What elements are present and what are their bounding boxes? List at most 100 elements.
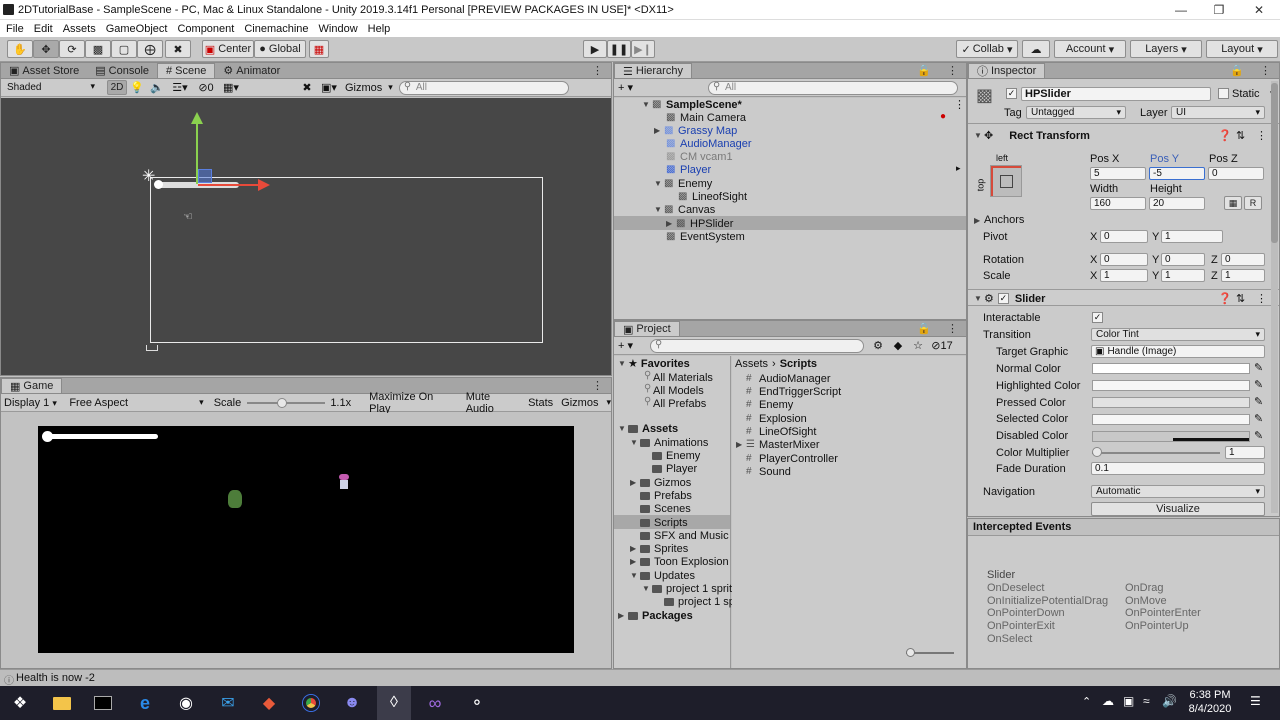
active-checkbox[interactable]: ✓: [1006, 88, 1017, 99]
gizmos-dropdown[interactable]: Gizmos: [345, 82, 382, 94]
file-lineofsight[interactable]: # LineOfSight: [746, 425, 816, 438]
hidden-packages-icon[interactable]: ⊘ 17: [928, 339, 956, 353]
file-explorer-icon[interactable]: [45, 686, 79, 720]
hierarchy-item-player[interactable]: ▩ Player: [666, 163, 711, 176]
pressed-color-picker-icon[interactable]: ✎: [1254, 395, 1263, 408]
object-name-field[interactable]: HPSlider: [1021, 87, 1211, 101]
filter-type-icon[interactable]: ⚙: [868, 339, 888, 352]
rotation-z-field[interactable]: 0: [1221, 253, 1265, 266]
filter-label-icon[interactable]: ◆: [888, 339, 908, 352]
pos-z-field[interactable]: 0: [1208, 167, 1264, 180]
menu-cinemachine[interactable]: Cinemachine: [244, 23, 308, 35]
tree-anim-player[interactable]: Player: [652, 462, 697, 475]
tab-console[interactable]: ▤ Console: [87, 63, 157, 78]
project-lock-icon[interactable]: 🔒: [909, 321, 939, 336]
hand-tool-icon[interactable]: ✋: [7, 40, 33, 58]
rect-transform-header[interactable]: ▼ ✥ Rect Transform: [974, 129, 1090, 143]
file-enemy[interactable]: # Enemy: [746, 398, 793, 411]
account-dropdown[interactable]: Account ▾: [1054, 40, 1126, 58]
create-button[interactable]: + ▾: [618, 81, 644, 94]
blueprint-mode-icon[interactable]: ▦: [1224, 196, 1242, 210]
interactable-checkbox[interactable]: ✓: [1092, 312, 1103, 323]
x-axis-handle[interactable]: [198, 184, 258, 186]
rotation-x-field[interactable]: 0: [1100, 253, 1148, 266]
layers-dropdown[interactable]: Layers ▾: [1130, 40, 1202, 58]
target-graphic-field[interactable]: ▣ Handle (Image): [1091, 345, 1265, 358]
status-message[interactable]: Health is now -2: [16, 672, 95, 684]
hierarchy-item-audiomanager[interactable]: ▩ AudioManager: [666, 137, 752, 150]
tab-asset-store[interactable]: ▣ Asset Store: [1, 63, 87, 78]
hierarchy-lock-icon[interactable]: 🔒: [909, 63, 939, 78]
hierarchy-item-enemy[interactable]: ▼ ▩ Enemy: [654, 177, 712, 190]
move-tool-icon[interactable]: ✥: [33, 40, 59, 58]
y-arrow-icon[interactable]: [191, 112, 203, 124]
battery-icon[interactable]: ▣: [1123, 694, 1134, 708]
clock-date[interactable]: 8/4/2020: [1184, 703, 1236, 715]
tree-project1-sprit[interactable]: ▼ project 1 sprit: [642, 582, 732, 595]
game-viewport[interactable]: [38, 426, 574, 653]
raw-edit-button[interactable]: R: [1244, 196, 1262, 210]
player-expand-icon[interactable]: ▸: [956, 163, 961, 174]
color-multiplier-thumb[interactable]: [1092, 447, 1102, 457]
scale-slider-thumb[interactable]: [277, 397, 288, 408]
unity-hub-icon[interactable]: ⚬: [460, 686, 494, 720]
scene-view[interactable]: ✳ ☜: [1, 98, 611, 375]
selected-color-picker-icon[interactable]: ✎: [1254, 412, 1263, 425]
rect-preset-icon[interactable]: ⇅: [1236, 129, 1245, 142]
scale-tool-icon[interactable]: ▩: [85, 40, 111, 58]
tree-all-prefabs[interactable]: All Prefabs: [640, 396, 706, 410]
tree-assets[interactable]: ▼ Assets: [618, 422, 678, 435]
effects-icon[interactable]: ☲▾: [167, 81, 193, 94]
scale-y-field[interactable]: 1: [1161, 269, 1205, 282]
menu-window[interactable]: Window: [319, 23, 358, 35]
slider-help-icon[interactable]: ❓: [1218, 292, 1232, 305]
tag-dropdown[interactable]: Untagged: [1026, 106, 1126, 119]
visualize-button[interactable]: Visualize: [1091, 502, 1265, 516]
rect-menu-icon[interactable]: ⋮: [1256, 129, 1267, 142]
tree-favorites[interactable]: ▼ ★ Favorites: [618, 357, 690, 371]
color-multiplier-field[interactable]: 1: [1225, 446, 1265, 459]
scale-x-field[interactable]: 1: [1100, 269, 1148, 282]
chrome-icon[interactable]: [294, 686, 328, 720]
static-checkbox[interactable]: [1218, 88, 1229, 99]
start-icon[interactable]: ❖: [3, 686, 37, 720]
project-create-button[interactable]: + ▾: [618, 339, 644, 352]
favorite-icon[interactable]: ☆: [908, 339, 928, 352]
notifications-icon[interactable]: ☰: [1250, 694, 1261, 708]
tree-animations[interactable]: ▼ Animations: [630, 436, 708, 449]
audio-icon[interactable]: 🔈: [147, 81, 167, 94]
menu-help[interactable]: Help: [368, 23, 391, 35]
tree-scenes[interactable]: Scenes: [640, 502, 691, 515]
scene-search-input[interactable]: All: [398, 80, 569, 95]
tree-sfx-music[interactable]: SFX and Music: [640, 529, 729, 542]
hierarchy-item-grassy-map[interactable]: ▶ ▩ Grassy Map: [654, 124, 737, 137]
visual-studio-icon[interactable]: ∞: [418, 686, 452, 720]
play-button[interactable]: ▶: [583, 40, 607, 58]
collab-button[interactable]: ✓ Collab ▾: [956, 40, 1018, 58]
stats-toggle[interactable]: Stats: [528, 397, 553, 409]
hierarchy-item-cm-vcam1[interactable]: ▩ CM vcam1: [666, 150, 733, 163]
file-sound[interactable]: # Sound: [746, 465, 791, 478]
custom-tool-icon[interactable]: ✖: [165, 40, 191, 58]
disabled-color-swatch[interactable]: [1092, 431, 1250, 442]
tab-hierarchy[interactable]: ☰ Hierarchy: [614, 63, 692, 78]
2d-toggle[interactable]: 2D: [107, 80, 127, 95]
grid-icon[interactable]: ▦▾: [219, 81, 243, 94]
snap-grid-icon[interactable]: ▦: [309, 40, 329, 58]
tree-gizmos[interactable]: ▶ Gizmos: [630, 476, 691, 489]
tree-anim-enemy[interactable]: Enemy: [652, 449, 700, 462]
transition-dropdown[interactable]: Color Tint: [1091, 328, 1265, 341]
hierarchy-search-input[interactable]: All: [708, 80, 958, 95]
hierarchy-item-canvas[interactable]: ▼ ▩ Canvas: [654, 203, 715, 216]
layout-dropdown[interactable]: Layout ▾: [1206, 40, 1278, 58]
steam-icon[interactable]: ◉: [169, 686, 203, 720]
hidden-objects-icon[interactable]: ⊘ 0: [193, 81, 219, 95]
aspect-dropdown[interactable]: Free Aspect ▾: [69, 397, 203, 409]
color-multiplier-slider[interactable]: [1092, 452, 1220, 454]
lighting-icon[interactable]: 💡: [127, 81, 147, 94]
icon-size-thumb[interactable]: [906, 648, 915, 657]
hierarchy-item-hpslider[interactable]: ▶ ▩ HPSlider: [666, 217, 733, 230]
edge-icon[interactable]: e: [128, 686, 162, 720]
menu-gameobject[interactable]: GameObject: [106, 23, 168, 35]
discord-icon[interactable]: ☻: [335, 686, 369, 720]
